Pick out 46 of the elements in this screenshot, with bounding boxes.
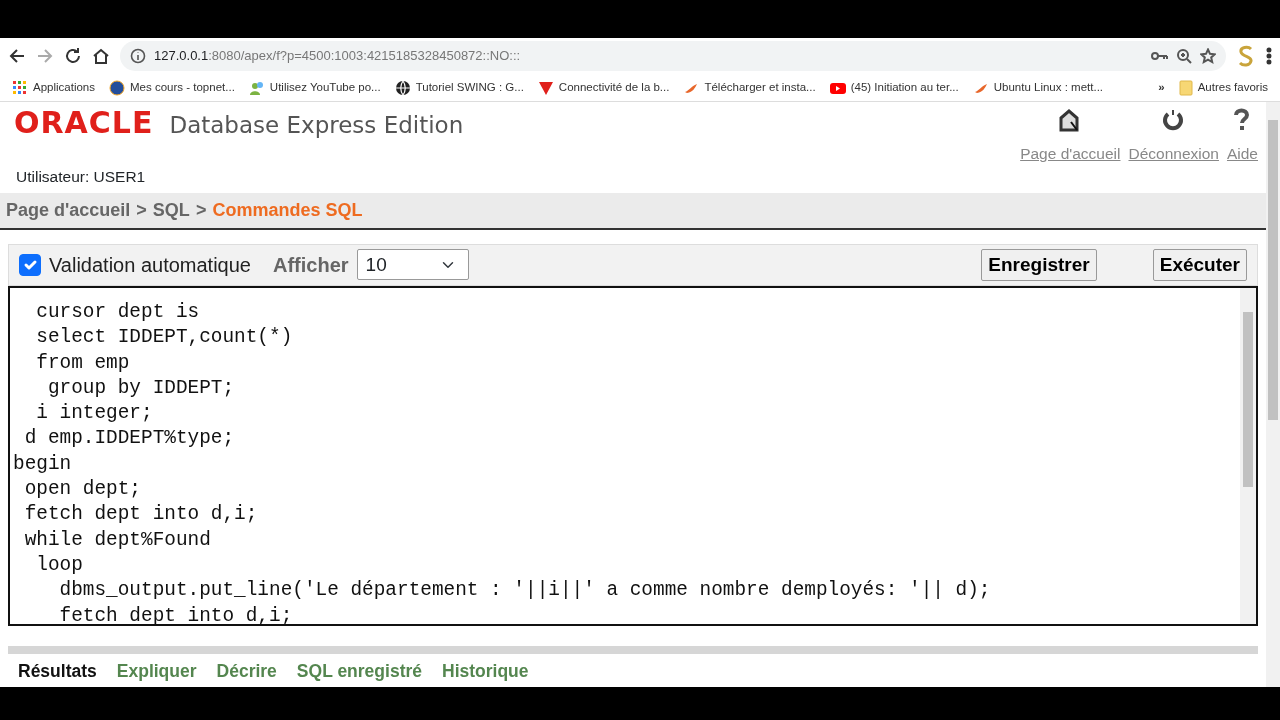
bookmark[interactable]: Utilisez YouTube po... [248, 78, 381, 97]
bookmark[interactable]: Télécharger et insta... [683, 78, 816, 97]
user-label: Utilisateur: USER1 [15, 167, 147, 188]
result-tab[interactable]: Historique [442, 658, 529, 685]
breadcrumb-separator: > [136, 198, 147, 222]
code-line: select IDDEPT,count(*) [35, 325, 294, 351]
bookmark[interactable]: Ubuntu Linux : mett... [972, 78, 1104, 97]
bookmark[interactable]: Tutoriel SWING : G... [394, 78, 524, 97]
result-tab[interactable]: SQL enregistré [296, 658, 422, 685]
breadcrumb-link[interactable]: SQL [152, 196, 190, 224]
breadcrumb-link[interactable]: Page d'accueil [6, 196, 131, 224]
bookmark[interactable]: Applications [12, 78, 95, 97]
url-text: 127.0.0.1:8080/apex/f?p=4500:1003:4215185328450872::NO::: [154, 47, 521, 66]
bookmark-folder[interactable]: Autres favoris [1178, 78, 1268, 97]
more-bookmarks-button[interactable]: » [1158, 78, 1165, 97]
code-line: open dept; [23, 477, 142, 503]
code-line: d emp.IDDEPT%type; [23, 426, 236, 452]
code-line: fetch dept into d,i; [58, 603, 294, 624]
code-line: cursor dept is [35, 300, 201, 325]
breadcrumb-current: Commandes SQL [212, 198, 363, 222]
show-label: Afficher [273, 252, 349, 278]
run-button[interactable]: Exécuter [1152, 248, 1247, 281]
product-title: Database Express Edition [169, 111, 464, 140]
code-line: fetch dept into d,i; [23, 502, 259, 528]
checkbox-label: Validation automatique [49, 252, 251, 278]
bookmark[interactable]: (45) Initiation au ter... [829, 78, 959, 97]
header-link[interactable]: Déconnexion [1128, 142, 1219, 166]
code-line: i integer; [35, 401, 154, 427]
result-tab[interactable]: Résultats [18, 658, 97, 685]
code-line: group by IDDEPT; [46, 375, 236, 401]
breadcrumb-separator: > [195, 198, 207, 222]
address-bar[interactable]: 127.0.0.1:8080/apex/f?p=4500:1003:4215185328450872::NO::: [120, 41, 1226, 71]
code-line: while dept%Found [23, 527, 212, 553]
result-tab[interactable]: Décrire [216, 658, 277, 685]
code-line: loop [35, 552, 84, 578]
bookmark[interactable]: Connectivité de la b... [537, 78, 670, 97]
code-line: from emp [35, 350, 131, 376]
oracle-logo: ORACLE [14, 108, 154, 138]
header-link[interactable]: Page d'accueil [1020, 142, 1121, 166]
save-button[interactable]: Enregistrer [981, 248, 1097, 281]
code-line: dbms_output.put_line('Le département : '||i||' a comme nombre demployés: '|| d); [58, 578, 992, 604]
code-line: begin [13, 451, 73, 477]
rows-dropdown[interactable]: 10 [356, 249, 469, 281]
bookmark[interactable]: Mes cours - topnet... [109, 78, 235, 97]
header-link[interactable]: Aide [1226, 142, 1258, 166]
result-tab[interactable]: Expliquer [116, 658, 197, 685]
